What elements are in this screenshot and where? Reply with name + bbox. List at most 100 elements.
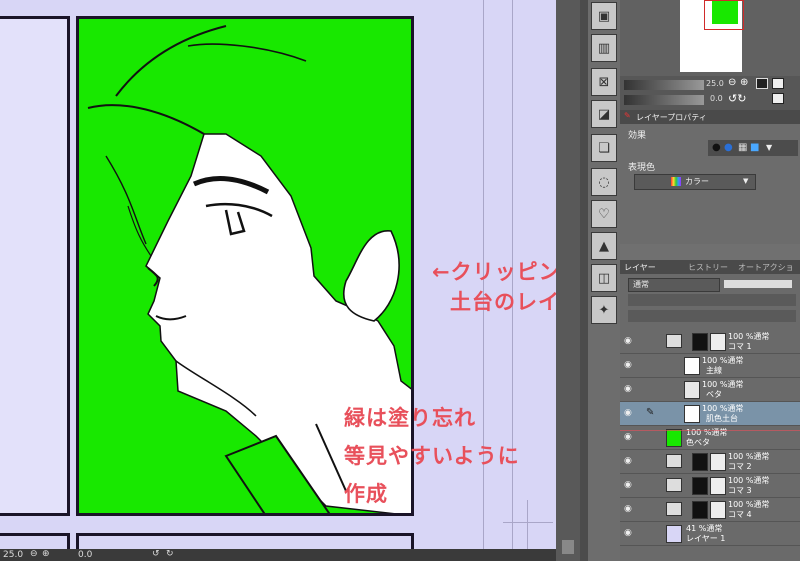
layer-row[interactable]: ◉ 100 %通常 コマ 1 [620,330,800,354]
scroll-handle[interactable] [562,540,574,554]
mask-icon [692,501,708,519]
folder-icon [666,502,682,516]
expression-color-value: カラー [685,177,709,186]
opacity-slider[interactable] [724,280,792,288]
layer-row[interactable]: ◉ 100 %通常 ベタ [620,378,800,402]
flip-icon[interactable] [772,93,784,104]
mask-icon [692,453,708,471]
layer-name: ベタ [706,390,722,399]
layer-name: コマ 1 [728,342,752,351]
tab-layer-property[interactable]: レイヤープロパティ [636,112,707,123]
eye-icon[interactable]: ◉ [624,384,634,394]
layer-name: コマ 4 [728,510,752,519]
layer-name: レイヤー 1 [686,534,726,543]
guide-line [503,522,553,523]
tool-button[interactable]: ◪ [591,100,617,128]
folder-icon [666,454,682,468]
blue-circle-icon[interactable]: ● [724,142,733,153]
clip-icon [710,453,726,471]
brush-icon: ✎ [646,407,655,418]
rotate-left-icon[interactable]: ↺ [152,549,160,559]
checker-icon[interactable]: ▦ [738,142,747,153]
layer-name: 主線 [706,366,722,375]
layer-thumbnail [684,405,700,423]
rotation-readout: 0.0 [78,550,93,560]
chevron-down-icon: ▼ [743,177,749,185]
navigator-view-frame[interactable] [704,0,744,30]
fit-icon[interactable] [756,78,768,89]
layer-controls: 通常 [620,274,800,330]
color-square-icon[interactable]: ■ [750,142,759,153]
layer-row[interactable]: ◉ 100 %通常 コマ 3 [620,474,800,498]
mask-icon [692,477,708,495]
layer-tool-buttons-2[interactable] [628,310,796,322]
decoration-icon[interactable]: ♡ [591,200,617,228]
zoom-out-icon[interactable]: ⊖ [30,549,38,559]
zoom-slider[interactable] [624,80,704,90]
column-divider [580,0,588,561]
rotation-slider[interactable] [624,95,704,105]
mask-icon [692,333,708,351]
brush-icon: ✎ [624,111,631,120]
layer-thumbnail [684,381,700,399]
tab-history[interactable]: ヒストリー [688,262,728,273]
tool-column [556,0,588,561]
folder-icon [666,334,682,348]
annotation-line-1: ←クリッピング用に [432,260,556,284]
chevron-down-icon[interactable]: ▼ [766,143,772,152]
zoom-out-icon[interactable]: ⊖ [728,77,736,88]
eye-icon[interactable]: ◉ [624,504,634,514]
layer-row[interactable]: ◉ 100 %通常 コマ 4 [620,498,800,522]
black-circle-icon[interactable]: ● [712,142,721,153]
fit-icon[interactable] [772,78,784,89]
zoom-readout: 25.0 [3,550,24,560]
eye-icon[interactable]: ◉ [624,432,634,442]
speech-bubble-icon[interactable]: ◌ [591,168,617,196]
expression-color-select[interactable]: カラー ▼ [634,174,756,190]
eye-icon[interactable]: ◉ [624,528,634,538]
eye-icon[interactable]: ◉ [624,336,634,346]
layer-property-tab-bar: ✎ レイヤープロパティ [620,110,800,124]
navigator-rotation: 0.0 [710,94,723,103]
layer-panel-tabs: レイヤー ヒストリー オートアクション [620,260,800,283]
navigator-zoom: 25.0 [706,79,724,88]
eye-icon[interactable]: ◉ [624,480,634,490]
canvas-area[interactable]: ←クリッピング用に 土台のレイヤーを作成 緑は塗り忘れ 等見やすいように 作成 … [0,0,556,561]
layer-name: コマ 2 [728,462,752,471]
image-icon[interactable]: ▲ [591,232,617,260]
hair-line [87,104,205,135]
zoom-in-icon[interactable]: ⊕ [740,77,748,88]
red-guide-line [620,430,800,431]
layer-property-panel: 効果 ● ● ▦ ■ ▼ 表現色 カラー ▼ [620,124,800,244]
tool-button[interactable]: ⊠ [591,68,617,96]
layer-thumbnail [666,525,682,543]
layer-row[interactable]: ◉ 100 %通常 コマ 2 [620,450,800,474]
layer-row-selected[interactable]: ◉ ✎ 100 %通常 肌色土台 [620,402,800,426]
layer-row[interactable]: ◉ 41 %通常 レイヤー 1 [620,522,800,546]
blend-mode-select[interactable]: 通常 [628,278,720,292]
tab-layer[interactable]: レイヤー [624,262,656,273]
zoom-in-icon[interactable]: ⊕ [42,549,50,559]
annotation-line-3: 緑は塗り忘れ [344,406,476,430]
layer-tool-buttons[interactable] [628,294,796,306]
eye-icon[interactable]: ◉ [624,408,634,418]
folder-icon [666,478,682,492]
clip-icon [710,501,726,519]
text-icon[interactable]: ◫ [591,264,617,292]
tool-button[interactable]: ❏ [591,134,617,162]
hair-line [127,205,152,257]
hair-line [115,25,227,97]
status-bar: 25.0 0.0 ⊖ ⊕ ↺ ↻ [0,549,556,561]
rainbow-icon [671,177,681,186]
layer-name: コマ 3 [728,486,752,495]
figure-icon[interactable]: ✦ [591,296,617,324]
tool-button[interactable]: ▥ [591,34,617,62]
effect-label: 効果 [628,131,647,141]
tool-button[interactable]: ▣ [591,2,617,30]
rotate-icons[interactable]: ↺↻ [728,92,746,105]
layer-row[interactable]: ◉ 100 %通常 主線 [620,354,800,378]
rotate-right-icon[interactable]: ↻ [166,549,174,559]
eye-icon[interactable]: ◉ [624,456,634,466]
clip-icon [710,477,726,495]
eye-icon[interactable]: ◉ [624,360,634,370]
